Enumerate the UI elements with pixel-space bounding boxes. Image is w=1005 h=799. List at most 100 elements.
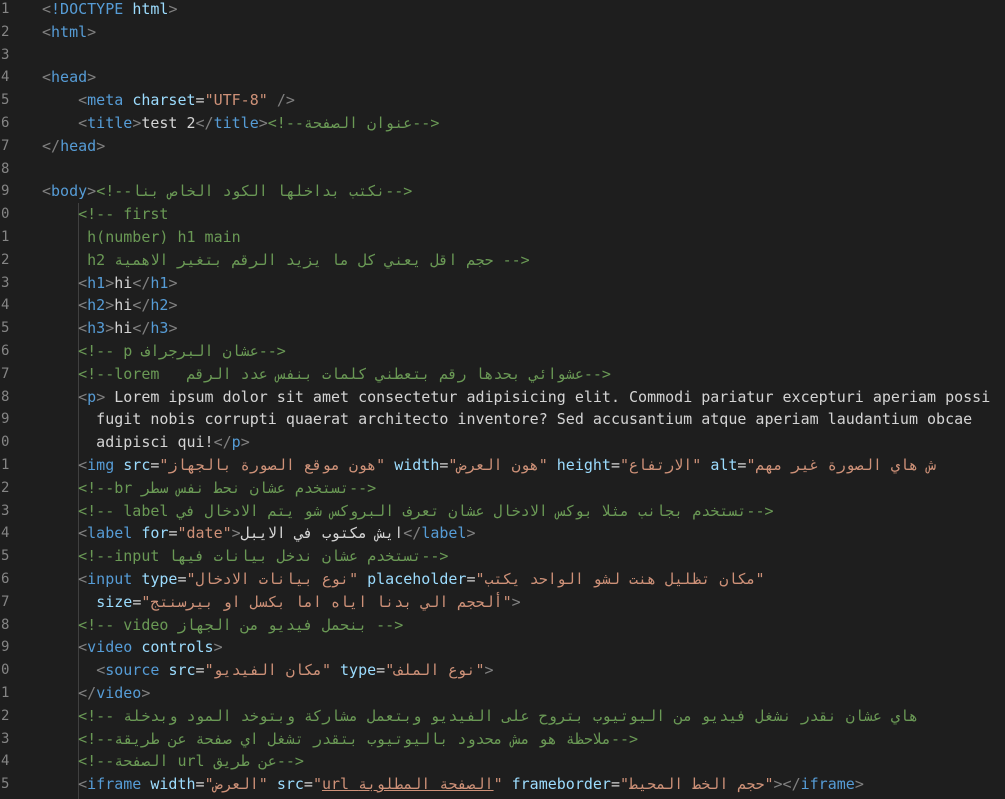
line-number: 9	[1, 183, 10, 200]
token: "ألحجم الي بدنا اياه اما بكسل او بيرسنتج…	[141, 592, 512, 611]
token: <	[96, 661, 106, 680]
token: <!-- first	[78, 205, 169, 224]
code-text: <!--الصفحة url عن طريق-->	[42, 750, 304, 772]
code-editor[interactable]: 1 <!DOCTYPE html> 2 <html> 3 4 <head> 5 <meta c…	[0, 0, 1005, 799]
token: width	[150, 775, 196, 794]
token: h(number) h1 main	[87, 228, 241, 246]
code-line[interactable]: 5 <!--input تستخدم عشان ندخل بيانات فيها…	[0, 545, 1005, 567]
code-line[interactable]: 7 size="ألحجم الي بدنا اياه اما بكسل او …	[0, 591, 1005, 613]
code-line[interactable]: 3	[0, 44, 1005, 66]
token: title	[87, 114, 133, 132]
code-line[interactable]: 3 <h1>hi</h1>	[0, 272, 1005, 294]
code-line[interactable]: 9 fugit nobis corrupti quaerat architect…	[0, 408, 1005, 430]
code-line[interactable]: 1 <img src = "هون موقع الصورة بالجهاز" wid…	[0, 454, 1005, 476]
code-text: <iframe width="العرض" src="url الصفحة ال…	[42, 773, 864, 795]
token: >	[484, 661, 494, 680]
code-line[interactable]: 2 <!-- هاي عشان نقدر نشغل فيديو من اليوت…	[0, 705, 1005, 727]
code-line[interactable]: 8	[0, 158, 1005, 180]
code-text: <h2>hi</h2>	[42, 294, 177, 316]
code-line[interactable]: 0 adipisci qui!</p>	[0, 431, 1005, 453]
code-line[interactable]: 2 h2 حجم اقل يعني كل ما يزيد الرقم بتغير…	[0, 249, 1005, 271]
token: </	[132, 319, 151, 338]
token: >	[511, 592, 521, 611]
token: frameborder	[511, 775, 611, 794]
code-line[interactable]: 7 <!--lorem عشوائي بحدها رقم بتعطني كلما…	[0, 363, 1005, 385]
code-line[interactable]: 8 <p> Lorem ipsum dolor sit amet consect…	[0, 386, 1005, 408]
token: <!--br تستخدم عشان نحط نفس سطر-->	[78, 478, 377, 497]
token: </	[213, 433, 232, 452]
token: <	[78, 638, 88, 657]
code-line[interactable]: 8 <!-- video بنحمل فيديو من الجهاز -->	[0, 614, 1005, 636]
code-text: <meta charset="UTF-8" />	[42, 89, 295, 111]
code-line[interactable]: 5 <h3>hi</h3>	[0, 317, 1005, 339]
token: html	[51, 22, 88, 41]
code-line[interactable]: 3 <!--ملاحظة هو مش محدود باليوتيوب بتقدر…	[0, 728, 1005, 750]
token: <	[78, 456, 88, 474]
token: <!-- video بنحمل فيديو من الجهاز -->	[78, 615, 404, 634]
token: "	[493, 775, 503, 794]
code-line[interactable]: 5 <iframe width="العرض" src="url الصفحة …	[0, 773, 1005, 795]
token: placeholder	[367, 570, 467, 588]
line-number: 1	[1, 1, 10, 17]
code-text: <source src="مكان الفيديو" type="نوع الم…	[42, 659, 494, 681]
code-line[interactable]: 5 <meta charset="UTF-8" />	[0, 89, 1005, 111]
code-line[interactable]: 1 </video>	[0, 682, 1005, 704]
code-line[interactable]: 0 <!-- first	[0, 203, 1005, 225]
line-number: 4	[1, 753, 10, 770]
code-line[interactable]: 9 <video controls>	[0, 636, 1005, 658]
token: <	[78, 91, 88, 110]
code-line[interactable]: 4 <head>	[0, 66, 1005, 88]
token: >	[141, 684, 151, 702]
token: =	[466, 570, 476, 588]
token: >	[854, 775, 864, 794]
line-number: 8	[1, 160, 10, 177]
token: h2	[150, 296, 169, 315]
code-line[interactable]: 2 <!--br تستخدم عشان نحط نفس سطر-->	[0, 477, 1005, 499]
code-line[interactable]: 6 <!-- p عشان البرجراف-->	[0, 340, 1005, 362]
code-line[interactable]: 6 <input type="نوع بيانات الادخال" place…	[0, 568, 1005, 590]
code-line[interactable]: 9 <body><!--نكتب بداخلها الكود الخاص بنا-…	[0, 180, 1005, 202]
token: <	[78, 524, 88, 543]
code-text: <h3>hi</h3>	[42, 317, 177, 339]
token: >	[96, 387, 106, 406]
code-text: </head>	[42, 135, 105, 157]
code-line[interactable]: 4 <label for="date">ايش مكتوب في الايبل<…	[0, 522, 1005, 544]
token: "هون موقع الصورة بالجهاز"	[159, 456, 386, 474]
code-line[interactable]: 4 <!--الصفحة url عن طريق-->	[0, 750, 1005, 772]
code-text: <input type="نوع بيانات الادخال" placeho…	[42, 568, 764, 590]
line-number: 6	[1, 343, 10, 359]
code-line[interactable]: 1 h(number) h1 main	[0, 226, 1005, 248]
token: hi	[114, 319, 133, 338]
line-number: 9	[1, 411, 10, 428]
code-line[interactable]: 6 <title>test 2</title><!--عنوان الصفحة-…	[0, 112, 1005, 134]
code-line[interactable]: 4 <h2>hi</h2>	[0, 294, 1005, 316]
token: </	[132, 273, 151, 292]
code-line[interactable]: 2 <html>	[0, 21, 1005, 43]
code-text: fugit nobis corrupti quaerat architecto …	[42, 408, 972, 430]
line-number: 2	[1, 251, 10, 268]
token: "حجم الخط المحيط"	[620, 775, 774, 794]
token: height	[556, 456, 611, 474]
code-line[interactable]: 0 <source src="مكان الفيديو" type="نوع ا…	[0, 659, 1005, 681]
token: >	[87, 68, 97, 87]
code-line[interactable]: 7 </head>	[0, 135, 1005, 157]
code-line[interactable]: 3 <!-- label تستخدم بجانب مثلا بوكس الاد…	[0, 500, 1005, 522]
token: width	[394, 456, 440, 474]
token: </	[403, 524, 422, 543]
code-line[interactable]: 1 <!DOCTYPE html>	[0, 0, 1005, 20]
line-number: 5	[1, 320, 10, 337]
token: <	[78, 114, 88, 132]
token: >	[168, 319, 178, 338]
token: head	[60, 136, 97, 155]
